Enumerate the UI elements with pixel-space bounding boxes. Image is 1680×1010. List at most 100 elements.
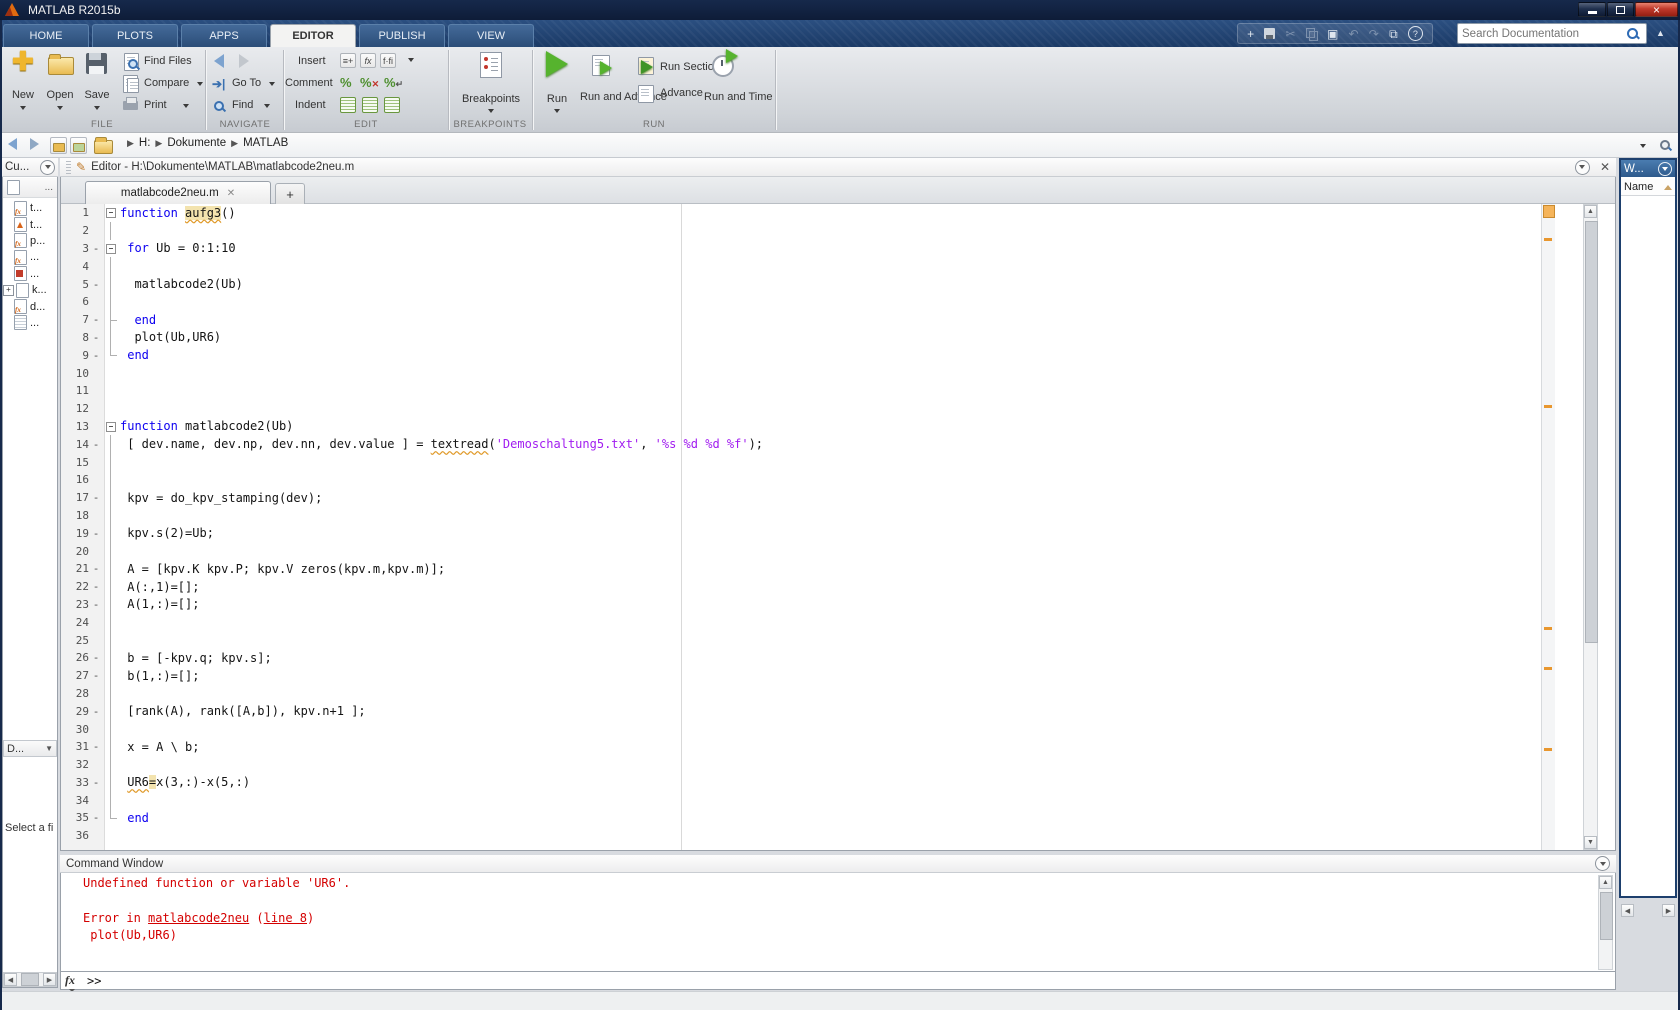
scroll-up-icon[interactable]: ▲ [1599,876,1612,889]
scroll-right-icon[interactable]: ▶ [43,973,56,986]
breadcrumb-item[interactable]: H: [139,137,151,149]
close-button[interactable]: × [1635,2,1678,17]
code-line[interactable]: 19- kpv.s(2)=Ub; [61,524,1581,542]
code-line[interactable]: 17- kpv = do_kpv_stamping(dev); [61,488,1581,507]
workspace-name-column-header[interactable]: Name [1621,179,1675,196]
code-line[interactable]: 1 function aufg3() [61,204,1581,222]
folder-up-button[interactable] [50,137,67,154]
code-line[interactable]: 13 function matlabcode2(Ub) [61,418,1581,436]
file-item[interactable]: ... [3,315,57,331]
file-item[interactable]: ... [3,249,57,265]
scroll-left-icon[interactable]: ◀ [1621,904,1634,917]
command-window-menu-icon[interactable] [1595,856,1610,871]
file-item[interactable]: t... [3,200,57,216]
code-editor[interactable]: 1 function aufg3() 2 3- for Ub = 0:1:10 4 5- … [61,204,1581,850]
copy-icon[interactable] [1305,28,1318,41]
fx-icon[interactable]: fx [65,973,75,992]
address-dropdown-icon[interactable] [1640,144,1646,148]
wrap-comments-icon[interactable]: %↵ [384,75,403,90]
window-icon[interactable]: ⧉ [1389,28,1398,40]
panel-menu-icon[interactable] [40,159,55,175]
code-line[interactable]: 35- end [61,809,1581,827]
code-line[interactable]: 32 [61,755,1581,774]
code-line[interactable]: 6 [61,292,1581,311]
current-folder-header[interactable]: Cu... [2,158,58,177]
search-input[interactable] [1458,27,1627,40]
address-back-icon[interactable] [8,138,17,150]
insert-section-icon[interactable]: ≡+ [340,53,356,68]
minimize-button[interactable] [1578,2,1606,17]
editor-header[interactable]: ✎ Editor - H:\Dokumente\MATLAB\matlabcod… [60,158,1616,177]
command-prompt[interactable]: >> [87,974,101,988]
code-line[interactable]: 4 [61,257,1581,275]
file-item[interactable]: p... [3,233,57,249]
code-line[interactable]: 27- b(1,:)=[]; [61,666,1581,685]
code-line[interactable]: 22- A(:,1)=[]; [61,577,1581,596]
code-line[interactable]: 12 [61,400,1581,418]
editor-close-icon[interactable]: ✕ [1600,160,1610,174]
code-line[interactable]: 30 [61,720,1581,738]
code-line[interactable]: 24 [61,613,1581,631]
fold-toggle-icon[interactable] [103,204,120,222]
scroll-right-icon[interactable]: ▶ [1662,904,1675,917]
code-line[interactable]: 8- plot(Ub,UR6) [61,328,1581,347]
code-line[interactable]: 25 [61,631,1581,649]
code-line[interactable]: 28 [61,684,1581,703]
file-item[interactable]: + k... [3,282,57,298]
indent-right-icon[interactable] [362,97,378,113]
code-line[interactable]: 20 [61,542,1581,560]
code-line[interactable]: 21- A = [kpv.K kpv.P; kpv.V zeros(kpv.m,… [61,559,1581,578]
message-indicator-icon[interactable] [1543,205,1555,218]
warning-marker[interactable] [1544,238,1552,241]
new-tab-button[interactable]: + [275,183,305,204]
warning-marker[interactable] [1544,405,1552,408]
panel-grip[interactable] [66,160,71,174]
ribbon-tab-plots[interactable]: PLOTS [92,24,178,47]
restore-button[interactable] [1607,2,1634,17]
scroll-thumb[interactable] [21,973,39,986]
new-script-icon[interactable]: + [1247,28,1254,40]
ribbon-tab-home[interactable]: HOME [3,24,89,47]
file-item[interactable]: ... [3,266,57,282]
code-line[interactable]: 31- x = A \ b; [61,737,1581,756]
code-line[interactable]: 18 [61,506,1581,525]
cut-icon[interactable]: ✂ [1286,28,1296,40]
undo-icon[interactable]: ↶ [1349,28,1359,40]
smart-indent-icon[interactable] [340,97,356,113]
scroll-left-icon[interactable]: ◀ [4,973,17,986]
ribbon-tab-publish[interactable]: PUBLISH [359,24,445,47]
redo-icon[interactable]: ↷ [1369,28,1379,40]
insert-dropdown-icon[interactable] [408,58,414,62]
workspace-header[interactable]: W... [1619,158,1677,177]
error-link[interactable]: line 8 [264,911,307,925]
breadcrumb-item[interactable]: Dokumente [167,137,226,149]
expand-icon[interactable]: + [3,284,14,296]
command-window-vscrollbar[interactable]: ▲ [1598,875,1613,970]
code-line[interactable]: 10 [61,364,1581,382]
code-line[interactable]: 36 [61,827,1581,845]
workspace-hscrollbar[interactable]: ◀ ▶ [1621,903,1675,918]
back-icon[interactable] [214,54,224,68]
collapse-ribbon-icon[interactable]: ▲ [1656,28,1665,38]
insert-function-icon[interactable]: fx [360,53,376,68]
code-line[interactable]: 15 [61,453,1581,471]
ribbon-tab-apps[interactable]: APPS [181,24,267,47]
workspace-menu-icon[interactable] [1658,161,1672,176]
code-line[interactable]: 34 [61,791,1581,809]
search-icon[interactable] [1627,28,1638,39]
command-window-header[interactable]: Command Window [60,855,1616,873]
ribbon-tab-editor[interactable]: EDITOR [270,24,356,47]
address-forward-icon[interactable] [30,138,39,150]
file-item[interactable]: t... [3,216,57,233]
code-line[interactable]: 7- end [61,310,1581,329]
code-line[interactable]: 29- [rank(A), rank([A,b]), kpv.n+1 ]; [61,702,1581,720]
indent-left-icon[interactable] [384,97,400,113]
paste-icon[interactable]: ▣ [1327,28,1338,40]
file-item[interactable]: d... [3,298,57,315]
save-icon[interactable] [1264,28,1276,39]
editor-menu-icon[interactable] [1574,159,1590,175]
editor-scroll-thumb[interactable] [1585,221,1598,643]
ribbon-tab-view[interactable]: VIEW [448,24,534,47]
tab-close-icon[interactable]: ✕ [227,188,235,199]
fold-toggle-icon[interactable] [103,418,120,436]
